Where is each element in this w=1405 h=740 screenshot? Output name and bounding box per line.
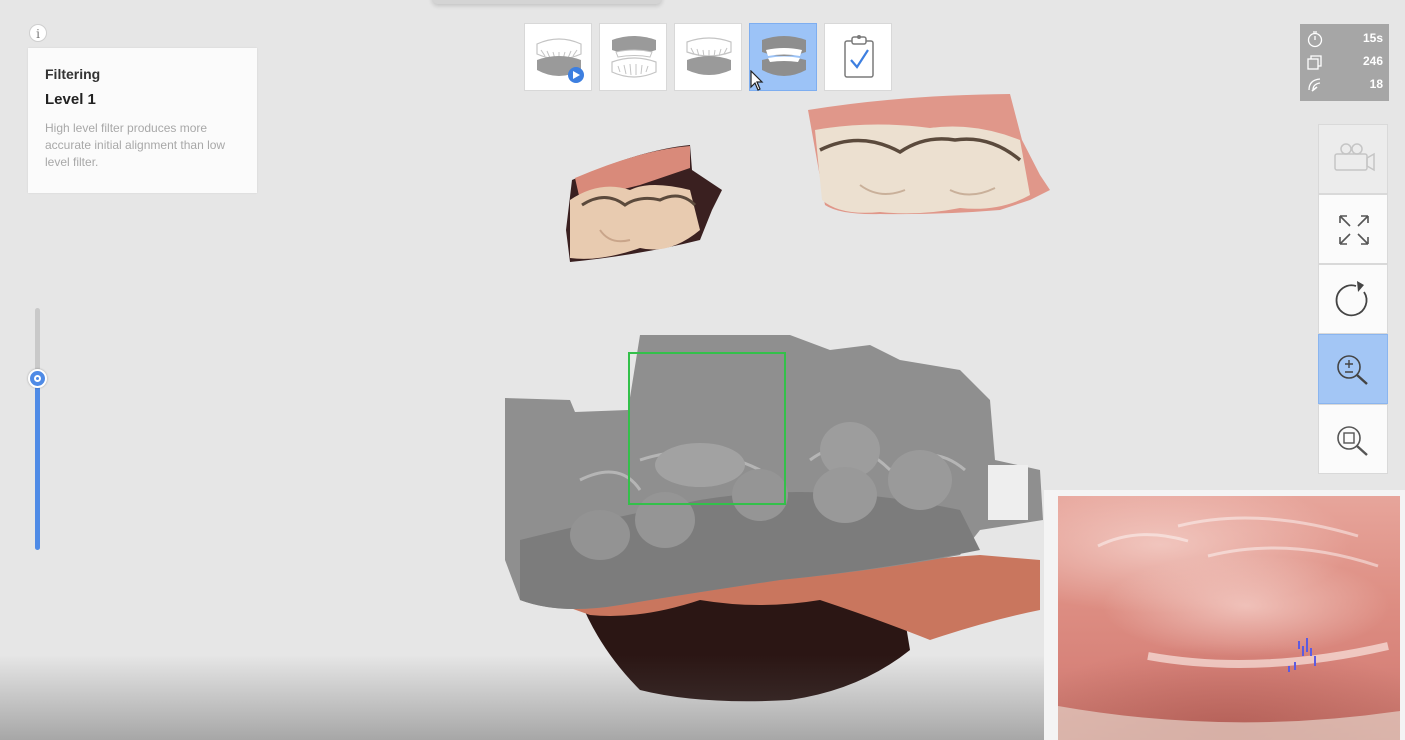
tooth-segment-large	[808, 94, 1050, 215]
camera-live-image	[1058, 496, 1400, 740]
scan-selection-box[interactable]	[628, 352, 786, 505]
intraoral-camera-preview	[1044, 490, 1405, 740]
tooth-segment-small	[566, 145, 722, 262]
